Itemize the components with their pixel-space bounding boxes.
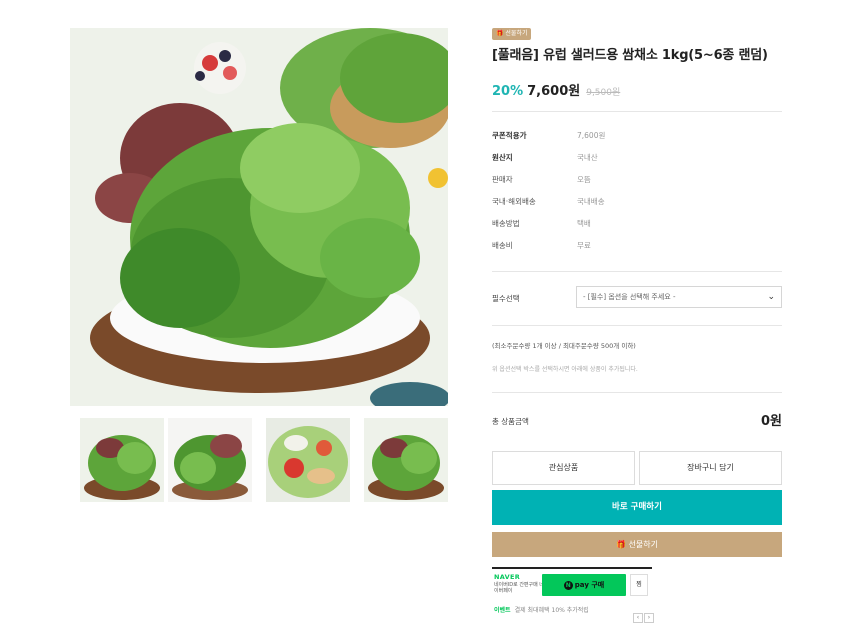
buy-now-button[interactable]: 바로 구매하기 — [492, 490, 782, 525]
thumbnail-strip — [70, 418, 448, 502]
naver-pay-box: NAVER 네이버ID로 간편구매 네이버페이 Npay 구매 찜 — [492, 567, 652, 599]
spec-row: 배송비 무료 — [492, 240, 782, 252]
option-label: 필수선택 — [492, 294, 520, 303]
price-row: 20% 7,600원 9,500원 — [492, 80, 621, 99]
event-pager: ‹ › — [632, 604, 654, 623]
divider — [492, 271, 782, 272]
naver-n-icon: N — [563, 580, 573, 590]
divider — [492, 111, 782, 112]
naver-logo: NAVER — [494, 573, 521, 581]
option-hint: 위 옵션선택 박스를 선택하시면 아래에 상품이 추가됩니다. — [492, 366, 638, 373]
spec-key: 국내·해외배송 — [492, 197, 536, 206]
thumbnail-1[interactable] — [80, 418, 164, 502]
total-value: 0원 — [760, 414, 782, 429]
spec-value: 무료 — [577, 241, 591, 250]
spec-row: 판매자 오뜸 — [492, 174, 782, 186]
spec-key: 배송비 — [492, 241, 513, 250]
spec-row: 국내·해외배송 국내배송 — [492, 196, 782, 208]
total-label: 총 상품금액 — [492, 417, 529, 426]
spec-value: 택배 — [577, 219, 591, 228]
gift-badge: 🎁 선물하기 — [492, 28, 532, 40]
spec-value: 오뜸 — [577, 175, 591, 184]
option-placeholder: - [필수] 옵션을 선택해 주세요 - — [583, 293, 676, 301]
original-price: 9,500원 — [586, 88, 621, 98]
thumbnail-2[interactable] — [168, 418, 252, 502]
main-product-image — [70, 28, 448, 406]
naver-wish-button[interactable]: 찜 — [630, 574, 648, 596]
spec-key: 배송방법 — [492, 219, 520, 228]
naver-event-row: 이벤트 결제 최대혜택 10% 추가적립 — [494, 605, 589, 614]
event-text: 결제 최대혜택 10% 추가적립 — [514, 607, 589, 614]
chevron-left-icon[interactable]: ‹ — [633, 613, 643, 623]
spec-row: 배송방법 택배 — [492, 218, 782, 230]
thumbnail-3[interactable] — [266, 418, 350, 502]
wishlist-button[interactable]: 관심상품 — [492, 451, 635, 485]
chevron-down-icon: ⌄ — [767, 292, 775, 302]
spec-key: 판매자 — [492, 175, 513, 184]
quantity-note: (최소주문수량 1개 이상 / 최대주문수량 500개 이하) — [492, 342, 636, 350]
spec-row: 쿠폰적용가 7,600원 — [492, 130, 782, 142]
naver-pay-button[interactable]: Npay 구매 — [542, 574, 626, 596]
spec-key: 원산지 — [492, 153, 513, 162]
chevron-right-icon[interactable]: › — [644, 613, 654, 623]
naver-pay-label: pay 구매 — [574, 581, 605, 589]
gift-button[interactable]: 🎁 선물하기 — [492, 532, 782, 557]
product-title: [풀래음] 유럽 샐러드용 쌈채소 1kg(5~6종 랜덤) — [492, 48, 768, 63]
sale-price: 7,600원 — [527, 84, 581, 99]
add-to-cart-button[interactable]: 장바구니 담기 — [639, 451, 782, 485]
thumbnail-4[interactable] — [364, 418, 448, 502]
spec-value: 국내배송 — [577, 197, 605, 206]
divider — [492, 392, 782, 393]
spec-key: 쿠폰적용가 — [492, 131, 527, 140]
spec-value: 7,600원 — [577, 131, 606, 140]
event-tag: 이벤트 — [494, 607, 511, 614]
discount-rate: 20% — [492, 84, 524, 99]
spec-row: 원산지 국내산 — [492, 152, 782, 164]
option-select[interactable]: - [필수] 옵션을 선택해 주세요 - ⌄ — [576, 286, 782, 308]
divider — [492, 325, 782, 326]
spec-value: 국내산 — [577, 153, 598, 162]
naver-description: 네이버ID로 간편구매 네이버페이 — [494, 582, 544, 594]
